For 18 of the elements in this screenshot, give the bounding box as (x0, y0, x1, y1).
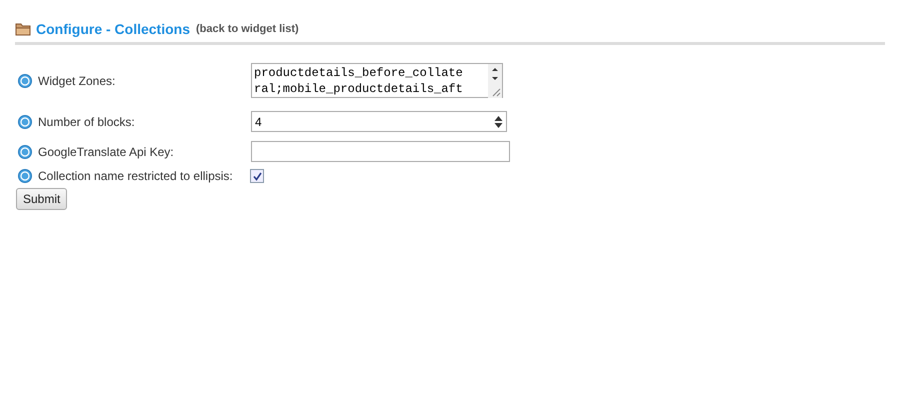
field-label: Widget Zones: (38, 74, 116, 88)
field-label: Collection name restricted to ellipsis: (38, 169, 233, 183)
help-icon[interactable] (18, 169, 32, 183)
help-icon[interactable] (18, 74, 32, 88)
field-label: Number of blocks: (38, 114, 135, 128)
number-field[interactable]: 4 (251, 111, 507, 132)
api-key-field[interactable] (251, 141, 510, 162)
help-icon[interactable] (18, 114, 32, 128)
help-icon[interactable] (18, 144, 32, 158)
folder-icon (15, 22, 31, 36)
scrollbar-icon[interactable] (488, 64, 502, 98)
submit-button[interactable]: Submit (16, 188, 68, 210)
back-link[interactable]: (back to widget list) (196, 23, 299, 35)
page-title: Configure - Collections (36, 21, 190, 37)
checkbox[interactable] (250, 169, 264, 183)
field-label: GoogleTranslate Api Key: (38, 144, 174, 158)
widget-zones-field[interactable]: productdetails_before_collate ral;mobile_productdetails_aft (251, 63, 503, 98)
spinner-icon[interactable] (494, 114, 503, 128)
